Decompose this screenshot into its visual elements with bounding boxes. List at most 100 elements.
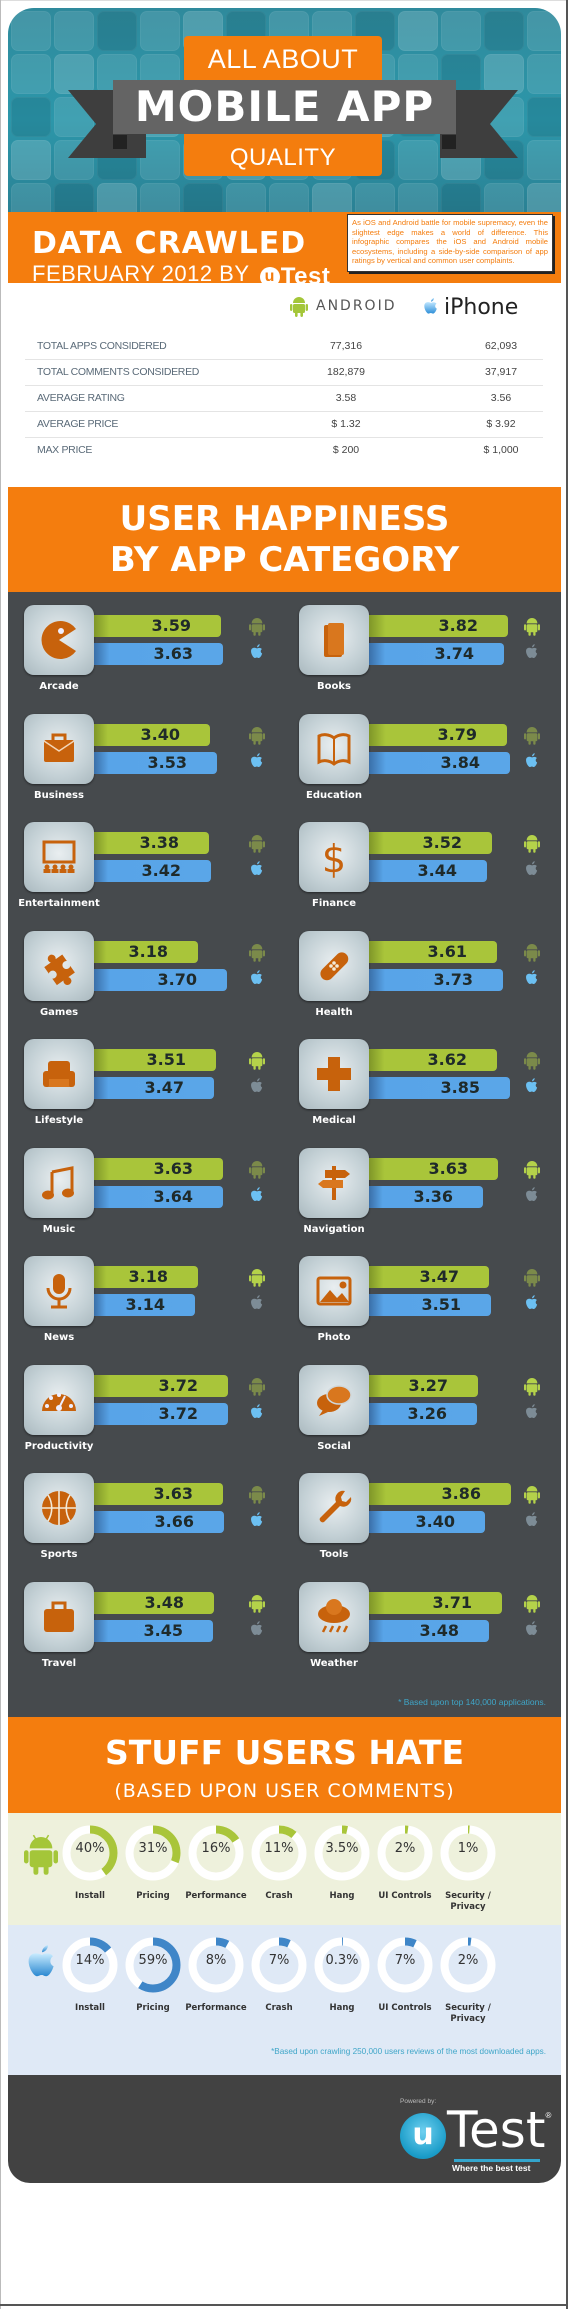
hate-title: STUFF USERS HATE [104,1733,465,1772]
android-value: 3.58 [335,392,357,404]
app-tile [11,11,51,51]
ribbon-fold [442,135,456,149]
category-label: Education [306,789,362,801]
entertainment-icon [24,822,94,892]
category-entertainment: Entertainment 3.38 3.42 [8,822,268,922]
happiness-footnote: * Based upon top 140,000 applications. [398,1697,546,1707]
category-label: Books [317,681,351,692]
music-glyph-icon [42,1165,74,1199]
photo-icon [299,1256,369,1326]
iphone-rating-bar: 3.42 [94,860,211,882]
app-tile [527,54,561,94]
android-icon [249,942,265,962]
android-icon [524,1376,540,1396]
app-tile [355,183,395,212]
iphone-rating-bar: 3.74 [369,643,504,665]
android-icon [249,1050,265,1070]
category-label: Travel [41,1657,77,1669]
iphone-rating-bar: 3.85 [369,1077,510,1099]
apple-icon [249,1403,265,1423]
iphone-rating-bar: 3.51 [369,1294,491,1316]
complaint-install: 40% Install [60,1825,120,1901]
android-rating-bar: 3.59 [94,615,221,637]
footer: Powered by: u Test ® Where the best test [8,2075,561,2183]
android-rating-bar: 3.62 [369,1049,497,1071]
complaint-performance: 8% Performance [185,1937,247,2013]
sports-glyph-icon [42,1491,76,1525]
frame-edge [0,0,1,2309]
title-line-1: ALL ABOUT [207,44,359,74]
utest-footer-logo[interactable]: u Test ® [400,2105,551,2159]
apple-icon [424,297,437,314]
app-tile [11,183,51,212]
arcade-icon [24,605,94,675]
travel-icon [24,1581,94,1652]
apple-icon [524,1186,540,1206]
iphone-rating-bar: 3.44 [369,860,487,882]
category-books: Books 3.82 3.74 [283,605,543,705]
iphone-complaints-row: 14% Install 59% Pricing 8% Performance 7% Crash… [8,1925,561,2075]
android-rating-bar: 3.48 [94,1591,214,1614]
news-icon [24,1256,94,1326]
frame-edge [566,0,568,2309]
android-icon [249,1484,265,1504]
complaint-install: 14% Install [60,1937,120,2013]
app-tile [312,183,352,212]
category-news: News 3.18 3.14 [8,1256,268,1356]
complaint-security-privacy: 2% Security / Privacy [438,1937,498,2024]
apple-icon [249,860,265,880]
category-label: Finance [312,898,356,909]
table-row: MAX PRICE $ 200 $ 1,000 [25,437,543,463]
table-row: TOTAL COMMENTS CONSIDERED 182,879 37,917 [25,359,543,386]
category-chart: Arcade 3.59 3.63 Books 3.82 3.74 Business 3.40 3… [8,592,561,1717]
android-icon [24,1834,58,1875]
tools-glyph-icon [319,1490,352,1523]
android-rating-bar: 3.38 [94,832,209,854]
health-icon [299,930,369,1001]
category-label: Productivity [24,1440,94,1452]
iphone-value: $ 1,000 [483,444,519,456]
iphone-header: iPhone [422,295,518,320]
iphone-rating-bar: 3.66 [94,1511,224,1533]
category-music: Music 3.63 3.64 [8,1147,268,1248]
apple-icon [249,1294,265,1314]
android-rating-bar: 3.52 [369,832,492,854]
complaint-performance: 16% Performance [185,1825,247,1901]
android-icon [249,616,265,636]
android-rating-bar: 3.51 [94,1049,216,1071]
table-row: AVERAGE PRICE $ 1.32 $ 3.92 [25,411,543,438]
title-line-3: QUALITY [229,144,337,171]
navigation-icon [299,1147,369,1218]
weather-icon [299,1581,369,1652]
android-rating-bar: 3.61 [369,940,497,963]
apple-icon [524,1077,540,1097]
android-value: 182,879 [327,366,365,378]
category-games: Games 3.18 3.70 [8,930,268,1031]
category-label: Navigation [303,1223,365,1235]
android-header: ANDROID [290,295,397,317]
android-value: $ 1.32 [331,418,361,430]
complaint-ui-controls: 2% UI Controls [375,1825,435,1901]
apple-icon [524,752,540,772]
android-rating-bar: 3.18 [94,940,198,963]
app-tile [140,11,180,51]
android-value: $ 200 [332,444,360,456]
android-icon [524,725,540,745]
apple-icon [524,1511,540,1531]
category-label: Entertainment [18,898,100,909]
android-rating-bar: 3.82 [369,615,508,637]
medical-icon [299,1039,369,1109]
music-icon [24,1147,94,1218]
apple-icon [249,643,265,663]
app-tile [398,11,438,51]
table-row: AVERAGE RATING 3.58 3.56 [25,385,543,412]
category-label: Social [317,1440,351,1452]
percent-label: 3.5% [325,1841,359,1856]
tagline-underline [454,2159,540,2162]
app-tile [11,97,51,137]
app-tile [527,183,561,212]
android-value: 77,316 [329,340,363,352]
category-health: Health 3.61 3.73 [283,930,543,1031]
android-icon [524,1593,540,1613]
app-tile [11,54,51,94]
